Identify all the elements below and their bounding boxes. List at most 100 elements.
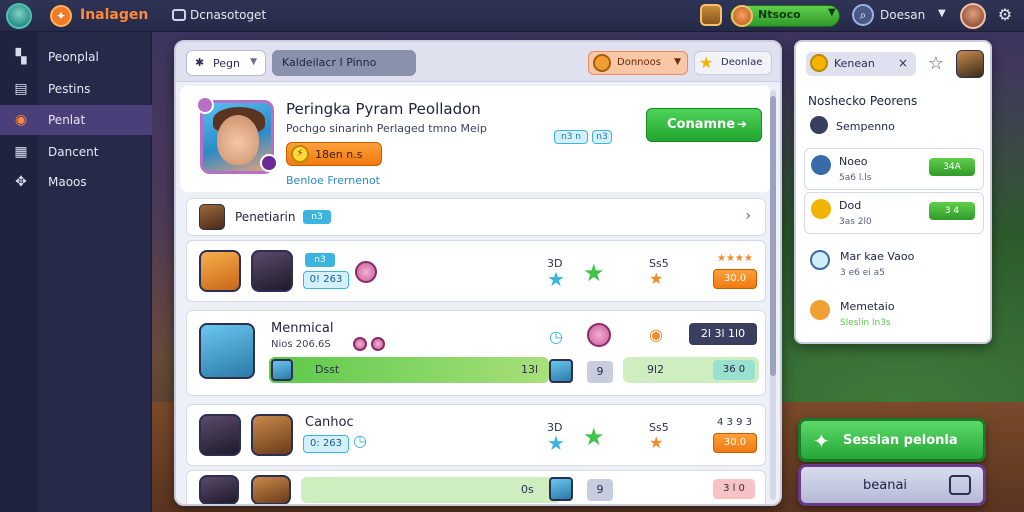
sidebar-item-label: Penlat — [48, 113, 86, 127]
sidebar-item-4[interactable]: ▦ Dancent — [0, 137, 152, 167]
continue-label: Conamne — [667, 117, 736, 132]
player-link[interactable]: Benloe Frernenot — [286, 174, 380, 187]
profile-avatar[interactable] — [956, 50, 984, 78]
chevron-down-icon: ▼ — [250, 57, 257, 67]
score-pill: 2l 3l 1l0 — [689, 323, 757, 345]
progress-label: Dsst — [315, 363, 340, 376]
match-row[interactable]: 0s 9 3 l 0 — [186, 470, 766, 504]
status-badge: n3 n — [554, 130, 588, 144]
sidebar-item-2[interactable]: ▤ Pestins — [0, 74, 152, 104]
points-pill: 30.0 — [713, 433, 757, 453]
timer-icon: ◷ — [549, 327, 563, 346]
star-filter[interactable]: ★ Deonlae — [694, 51, 772, 75]
profile-avatar[interactable] — [960, 3, 986, 29]
list-item-name: Dod — [839, 199, 862, 212]
search-chip[interactable]: Kenean × — [806, 52, 916, 76]
search-icon — [810, 250, 830, 270]
chevron-down-icon: ▼ — [828, 7, 836, 18]
sidebar-item-1[interactable]: ▚ Peonplal — [0, 42, 152, 72]
match-row[interactable]: n3 0! 263 3D ★ ★ Ss5 ★ ★★★★ 30.0 — [186, 240, 766, 302]
sidebar-item-label: Dancent — [48, 145, 99, 159]
secondary-action-label: beanai — [863, 478, 908, 493]
coin-icon — [810, 54, 828, 72]
star-icon: ★ — [547, 267, 565, 291]
close-icon[interactable]: × — [898, 56, 908, 70]
main-panel: ✱ Pegn ▼ Kaldeilacr I Pinno Donnoos ▼ ★ … — [174, 40, 782, 506]
rating-stars: 4 3 9 3 — [717, 417, 752, 428]
avatar-icon — [353, 337, 367, 351]
player-name: Menmical — [271, 321, 334, 336]
sparkle-icon: ✦ — [813, 429, 830, 453]
score-pill: 0! 263 — [303, 271, 349, 289]
star-label: Deonlae — [721, 57, 763, 68]
match-row[interactable]: Canhoc 0: 263 ◷ 3D ★ ★ Ss5 ★ 4 3 9 3 30.… — [186, 404, 766, 466]
scrollbar-thumb[interactable] — [770, 96, 776, 376]
points-pill: 3 l 0 — [713, 479, 755, 499]
panel-subhead: Sempenno — [836, 120, 895, 133]
action-button[interactable]: 9 — [587, 479, 613, 501]
progress-number: 13l — [521, 363, 539, 376]
points-pill: 30.0 — [713, 269, 757, 289]
list-item-name: Memetaio — [840, 300, 895, 313]
match-row[interactable]: Menmical Nios 206.6S ◷ ◉ 2l 3l 1l0 Dsst … — [186, 310, 766, 396]
progress-bar — [269, 357, 549, 383]
mini-avatar — [271, 359, 293, 381]
app-logo-icon: ✦ — [50, 5, 72, 27]
secondary-action-button[interactable]: beanai — [798, 464, 986, 506]
list-item[interactable]: Noeo 5a6 l.ls 34A — [804, 148, 984, 190]
lightning-icon: ⚡ — [291, 145, 309, 163]
user-avatar-icon[interactable] — [6, 3, 32, 29]
section-avatar — [199, 204, 225, 230]
player-header-card: Peringka Pyram Peolladon Pochgo sinarinh… — [180, 86, 772, 192]
map-icon: ▚ — [15, 49, 27, 65]
primary-action-button[interactable]: ✦ Sesslan pelonla — [798, 418, 986, 462]
list-item-name: Noeo — [839, 155, 868, 168]
sidebar-item-3[interactable]: ◉ Penlat — [0, 105, 152, 135]
status-badge: 3 4 — [929, 202, 975, 220]
primary-action-label: Sesslan pelonla — [843, 433, 958, 448]
avatar-icon — [371, 337, 385, 351]
scrollbar[interactable] — [770, 90, 776, 500]
section-row[interactable]: Penetiarin n3 › — [186, 198, 766, 236]
score-pill: 0: 263 — [303, 435, 349, 453]
mini-avatar — [549, 359, 573, 383]
action-button[interactable]: 9 — [587, 361, 613, 383]
top-bar: ✦ Inalagen Dcnasotoget Ntsoco ▼ ⌕ Doesan… — [0, 0, 1024, 32]
player-avatar — [199, 250, 241, 292]
arrow-right-icon: ➜ — [736, 117, 747, 131]
tab-active[interactable]: Kaldeilacr I Pinno — [272, 50, 416, 76]
app-title: Inalagen — [80, 7, 149, 23]
chart-icon: ▦ — [14, 144, 28, 160]
player-icon — [811, 155, 831, 175]
region-label[interactable]: Doesan — [880, 8, 925, 22]
energy-pill[interactable]: ⚡ 18en n.s — [286, 142, 382, 166]
search-icon[interactable]: ⌕ — [852, 4, 874, 26]
sidebar: ▚ Peonplal ▤ Pestins ◉ Penlat ▦ Dancent … — [0, 32, 152, 512]
filter-icon: ✱ — [195, 56, 205, 69]
sidebar-item-label: Pestins — [48, 82, 91, 96]
player-avatar — [199, 475, 239, 504]
list-item-sub: 5a6 l.ls — [839, 173, 872, 183]
chest-icon[interactable] — [700, 4, 722, 26]
list-item-sub: Sleslin ln3s — [840, 318, 891, 328]
gear-icon[interactable]: ⚙ — [995, 5, 1015, 25]
timer-icon: ◷ — [353, 431, 367, 450]
list-item[interactable]: Dod 3as 2l0 3 4 — [804, 192, 984, 234]
sidebar-item-label: Maoos — [48, 175, 87, 189]
status-badge: 34A — [929, 158, 975, 176]
filter-select[interactable]: ✱ Pegn ▼ — [186, 50, 266, 76]
chevron-down-icon[interactable]: ▼ — [938, 8, 946, 19]
section-label: Penetiarin — [235, 210, 296, 224]
player-subtitle: Nios 206.6S — [271, 339, 331, 350]
main-toolbar: ✱ Pegn ▼ Kaldeilacr I Pinno Donnoos ▼ ★ … — [176, 42, 780, 82]
sidebar-item-5[interactable]: ✥ Maoos — [0, 167, 152, 197]
star-icon: ★ — [547, 431, 565, 455]
status-badge: n3 — [305, 253, 335, 267]
list-icon: ▤ — [14, 81, 28, 97]
list-item[interactable]: Memetaio Sleslin ln3s — [804, 296, 984, 336]
star-icon[interactable]: ☆ — [924, 52, 948, 76]
coins-selector[interactable]: Donnoos ▼ — [588, 51, 688, 75]
list-item[interactable]: Mar kae Vaoo 3 e6 ei a5 — [804, 246, 984, 286]
continue-button[interactable]: Conamne ➜ — [646, 108, 762, 142]
progress-number: 9l2 — [647, 363, 665, 376]
